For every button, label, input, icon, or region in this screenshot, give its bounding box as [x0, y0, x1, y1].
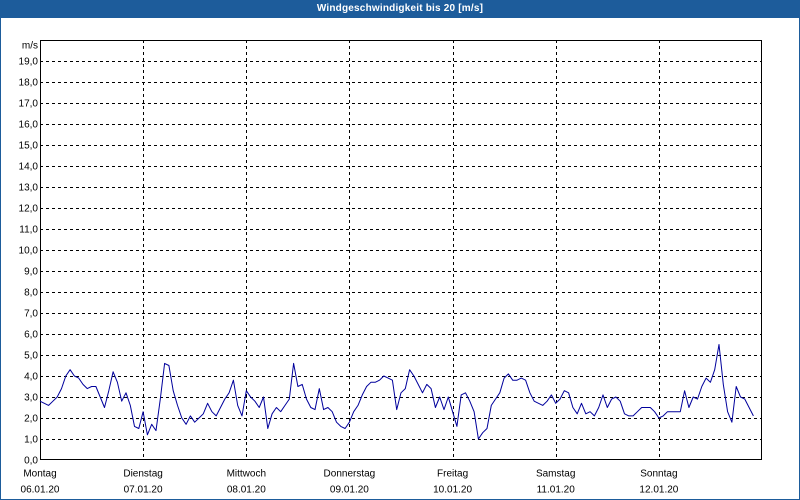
x-tick-date-label: 06.01.20: [21, 485, 60, 496]
y-tick-label: 1,0: [24, 435, 38, 446]
x-tick-day-label: Mittwoch: [227, 469, 266, 480]
y-tick-label: 5,0: [24, 351, 38, 362]
x-tick-day-label: Montag: [23, 469, 56, 480]
y-tick-label: 16,0: [19, 120, 39, 131]
y-tick-label: 17,0: [19, 99, 39, 110]
y-tick-label: 2,0: [24, 414, 38, 425]
y-tick-label: 18,0: [19, 78, 39, 89]
window-title-bar: Windgeschwindigkeit bis 20 [m/s]: [0, 0, 800, 18]
x-tick-date-label: 08.01.20: [227, 485, 266, 496]
y-axis-label: m/s: [22, 41, 38, 52]
x-tick-date-label: 11.01.20: [537, 485, 576, 496]
y-tick-label: 11,0: [19, 225, 38, 236]
y-tick-label: 3,0: [24, 393, 38, 404]
y-tick-label: 14,0: [19, 162, 39, 173]
y-tick-label: 12,0: [19, 204, 39, 215]
chart-title: Windgeschwindigkeit bis 20 [m/s]: [316, 3, 484, 14]
x-tick-date-label: 09.01.20: [330, 485, 369, 496]
x-tick-day-label: Dienstag: [123, 469, 162, 480]
x-tick-day-label: Sonntag: [640, 469, 677, 480]
y-tick-label: 15,0: [19, 141, 39, 152]
y-tick-label: 7,0: [24, 309, 38, 320]
y-tick-label: 0,0: [24, 456, 38, 467]
x-tick-day-label: Freitag: [437, 469, 468, 480]
x-tick-day-label: Samstag: [536, 469, 575, 480]
x-tick-date-label: 07.01.20: [124, 485, 163, 496]
y-tick-label: 6,0: [24, 330, 38, 341]
wind-speed-chart: 0,0 1,0 2,0 3,0 4,0 5,0 6,0 7,0 8,0 9,0 10,0 11,0 12…: [19, 40, 762, 496]
y-tick-label: 9,0: [24, 267, 38, 278]
x-tick-date-label: 10.01.20: [433, 485, 472, 496]
x-tick-day-label: Donnerstag: [324, 469, 376, 480]
y-tick-label: 4,0: [24, 372, 38, 383]
y-tick-label: 8,0: [24, 288, 38, 299]
y-tick-label: 10,0: [19, 246, 39, 257]
y-tick-label: 19,0: [19, 57, 39, 68]
x-tick-date-label: 12.01.20: [639, 485, 678, 496]
series-line: [39, 344, 754, 440]
y-tick-label: 13,0: [19, 183, 39, 194]
